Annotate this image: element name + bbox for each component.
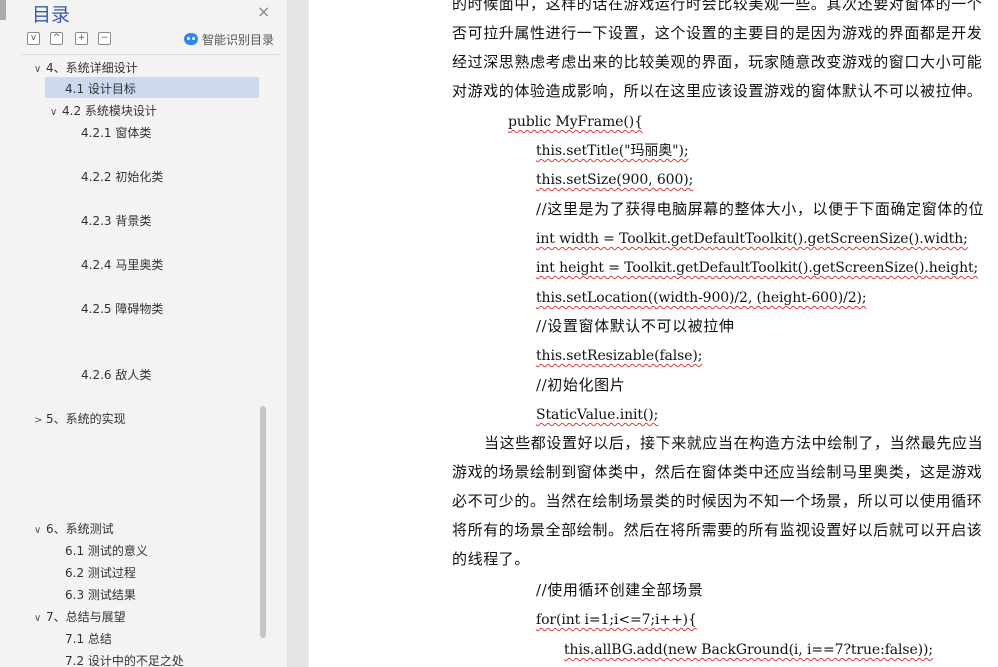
paragraph-line: 的线程了。 — [452, 550, 531, 568]
paragraph-line: 否可拉升属性进行一下设置，这个设置的主要目的是因为游戏的界面都是开发 — [452, 24, 983, 42]
smart-toc-button[interactable]: 智能识别目录 — [184, 31, 274, 48]
toc-item-label: 6.1 测试的意义 — [65, 544, 148, 558]
toc-item-4-2-2[interactable]: 4.2.2 初始化类 — [81, 168, 163, 185]
code-line: this.setSize(900, 600); — [536, 172, 694, 188]
chevron-down-icon[interactable]: ∨ — [50, 107, 62, 118]
toc-item-label: 5、系统的实现 — [46, 412, 126, 426]
toc-item-label: 4.2.6 敌人类 — [81, 368, 152, 382]
toc-item-4-2-1[interactable]: 4.2.1 窗体类 — [81, 124, 151, 141]
code-line: this.setTitle("玛丽奥"); — [536, 143, 689, 159]
toc-item-label: 4.2 系统模块设计 — [62, 104, 157, 118]
code-line: public MyFrame(){ — [508, 114, 643, 130]
toc-item-4-2[interactable]: ∨ 4.2 系统模块设计 — [50, 102, 157, 119]
collapse-up-icon[interactable]: ^ — [50, 32, 63, 45]
toc-item-label: 4.2.3 背景类 — [81, 214, 152, 228]
toc-item-label: 4.2.1 窗体类 — [81, 126, 152, 140]
nav-pane-title: 目录 — [32, 4, 71, 26]
nav-scrollbar-thumb[interactable] — [260, 406, 266, 638]
code-line: this.allBG.add(new BackGround(i, i==7?tr… — [564, 642, 934, 658]
toc-item-label: 7.2 设计中的不足之处 — [65, 654, 184, 667]
toc-item-5[interactable]: >5、系统的实现 — [34, 410, 126, 427]
code-comment-line: //使用循环创建全部场景 — [536, 581, 704, 599]
toc-item-7-1[interactable]: 7.1 总结 — [65, 630, 112, 647]
navigation-pane: 目录 × v ^ + − 智能识别目录 ∨ 4、系统详细设计 4.1 设计目标 ∨… — [0, 0, 288, 667]
toc-item-label: 4、系统详细设计 — [46, 61, 138, 75]
code-line: this.setLocation((width-900)/2, (height-… — [536, 290, 867, 306]
toc-item-label: 4.1 设计目标 — [65, 82, 136, 96]
toc-item-4-2-3[interactable]: 4.2.3 背景类 — [81, 212, 151, 229]
expand-all-icon[interactable]: + — [75, 32, 88, 45]
toc-item-6-3[interactable]: 6.3 测试结果 — [65, 586, 136, 603]
document-page[interactable]: 的时候面中，这样的话在游戏运行时会比较美观一些。其次还要对窗体的一个 否可拉升属… — [309, 0, 998, 667]
toc-item-label: 6.3 测试结果 — [65, 588, 136, 602]
toc-item-label: 4.2.4 马里奥类 — [81, 258, 164, 272]
code-line: this.setResizable(false); — [536, 348, 703, 364]
code-line: StaticValue.init(); — [536, 407, 659, 423]
chevron-right-icon[interactable]: > — [34, 415, 46, 426]
chevron-down-icon[interactable]: ∨ — [34, 613, 46, 624]
smart-toc-label: 智能识别目录 — [202, 33, 275, 47]
toc-item-6-1[interactable]: 6.1 测试的意义 — [65, 542, 148, 559]
toc-item-7-2[interactable]: 7.2 设计中的不足之处 — [65, 652, 184, 667]
paragraph-line: 必不可少的。当然在绘制场景类的时候因为不知一个场景，所以可以使用循环 — [452, 492, 983, 510]
toc-item-4-2-6[interactable]: 4.2.6 敌人类 — [81, 366, 151, 383]
collapse-down-icon[interactable]: v — [27, 32, 40, 45]
toc-item-4-2-4[interactable]: 4.2.4 马里奥类 — [81, 256, 163, 273]
toc-item-label: 6、系统测试 — [46, 522, 114, 536]
chevron-down-icon[interactable]: ∨ — [34, 64, 46, 75]
code-line: for(int i=1;i<=7;i++){ — [536, 612, 697, 628]
paragraph-line: 游戏的场景绘制到窗体类中，然后在窗体类中还应当绘制马里奥类，这是游戏 — [452, 463, 983, 481]
paragraph-line: 经过深思熟虑考虑出来的比较美观的界面，玩家随意改变游戏的窗口大小可能 — [452, 53, 983, 71]
robot-icon — [184, 33, 198, 45]
pane-splitter[interactable] — [287, 0, 307, 667]
code-comment-line: //这里是为了获得电脑屏幕的整体大小，以便于下面确定窗体的位 — [536, 200, 985, 218]
toc-item-label: 7、总结与展望 — [46, 610, 126, 624]
toc-item-4[interactable]: ∨ 4、系统详细设计 — [34, 59, 138, 76]
chevron-down-icon[interactable]: ∨ — [34, 525, 46, 536]
toc-item-4-2-5[interactable]: 4.2.5 障碍物类 — [81, 300, 163, 317]
toc-item-6[interactable]: ∨ 6、系统测试 — [34, 520, 114, 537]
window-edge — [0, 0, 6, 20]
toc-item-label: 4.2.2 初始化类 — [81, 170, 164, 184]
paragraph-line: 当这些都设置好以后，接下来就应当在构造方法中绘制了，当然最先应当 — [484, 434, 984, 452]
paragraph-line: 将所有的场景全部绘制。然后在将所需要的所有监视设置好以后就可以开启该 — [452, 521, 983, 539]
collapse-all-icon[interactable]: − — [98, 32, 111, 45]
toc-item-6-2[interactable]: 6.2 测试过程 — [65, 564, 136, 581]
toc-item-7[interactable]: ∨ 7、总结与展望 — [34, 608, 126, 625]
toc-item-4-1[interactable]: 4.1 设计目标 — [65, 80, 136, 97]
toc-item-label: 6.2 测试过程 — [65, 566, 136, 580]
code-line: int width = Toolkit.getDefaultToolkit().… — [536, 231, 968, 247]
toc-item-label: 7.1 总结 — [65, 632, 112, 646]
code-comment-line: //设置窗体默认不可以被拉伸 — [536, 317, 735, 335]
code-comment-line: //初始化图片 — [536, 376, 626, 394]
paragraph-line: 对游戏的体验造成影响，所以在这里应该设置游戏的窗体默认不可以被拉伸。 — [452, 82, 983, 100]
close-icon[interactable]: × — [257, 2, 270, 21]
toc-item-label: 4.2.5 障碍物类 — [81, 302, 164, 316]
divider — [22, 54, 279, 55]
code-line: int height = Toolkit.getDefaultToolkit()… — [536, 260, 979, 276]
paragraph-line: 的时候面中，这样的话在游戏运行时会比较美观一些。其次还要对窗体的一个 — [452, 0, 983, 13]
